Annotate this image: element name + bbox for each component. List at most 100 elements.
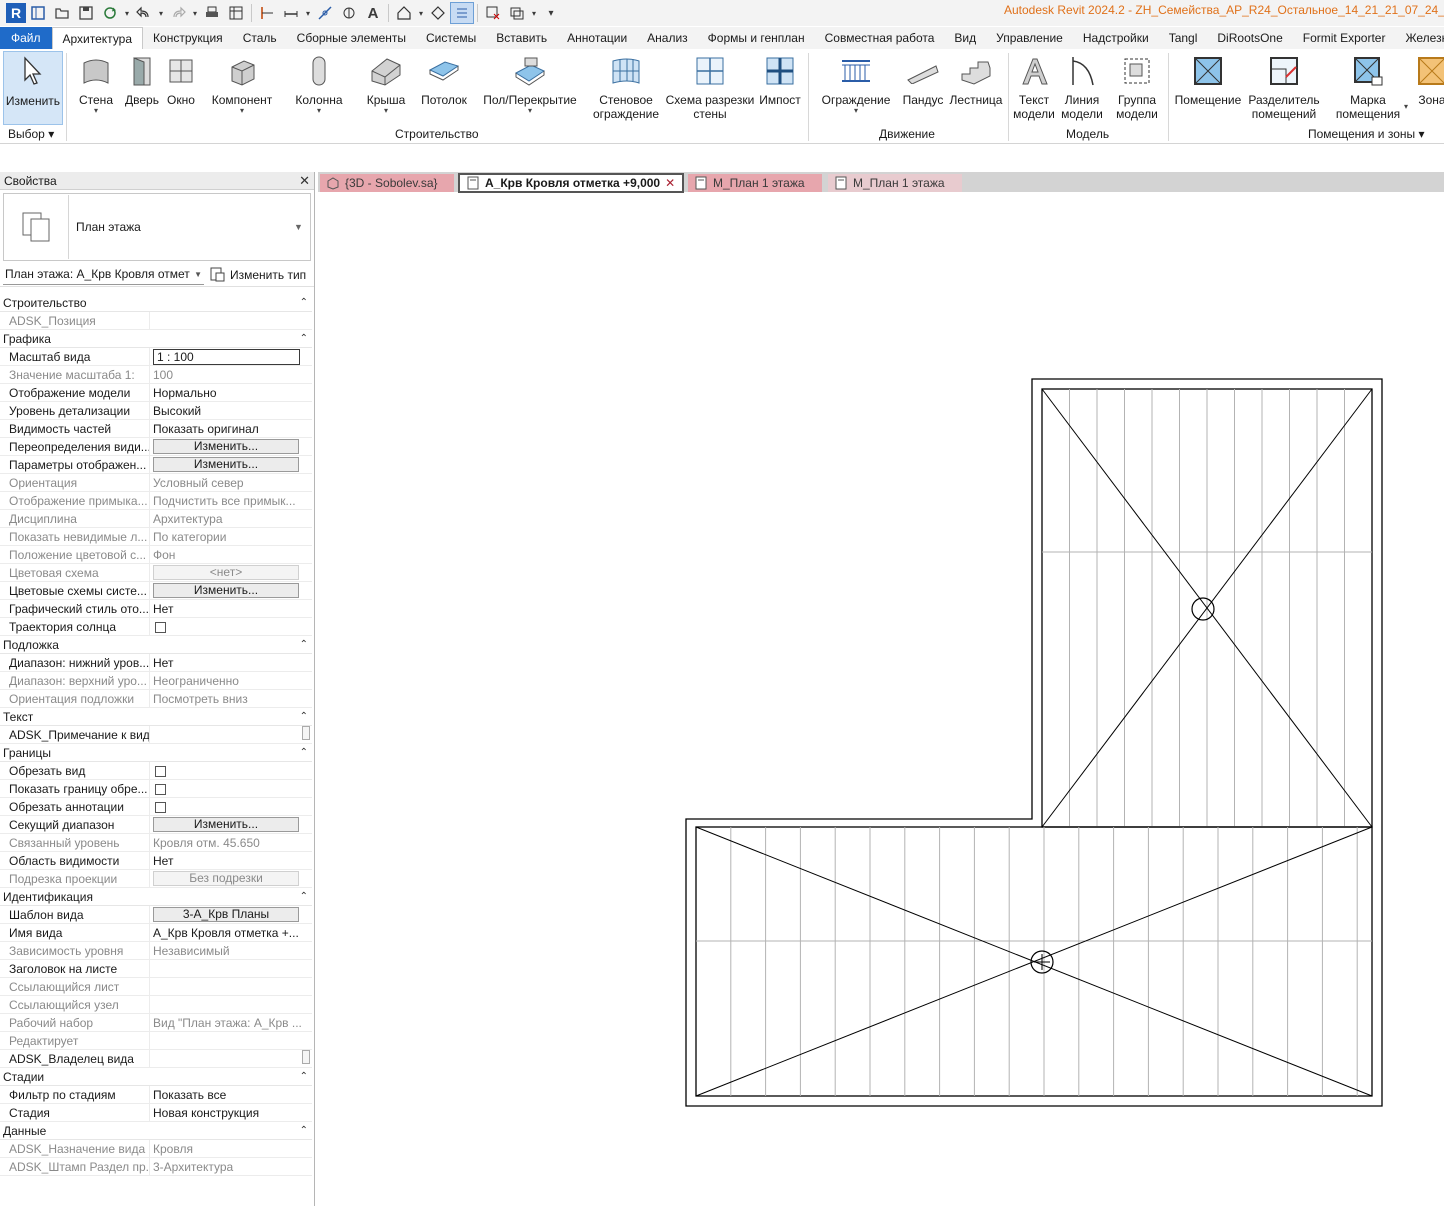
- property-edit-button[interactable]: Изменить...: [153, 816, 299, 832]
- property-group-header[interactable]: Текст ⌃: [0, 708, 312, 726]
- panel-select-label[interactable]: Выбор ▾: [8, 127, 54, 141]
- view-tab-floor-plan-2[interactable]: М_План 1 этажа: [828, 174, 962, 192]
- room-separator-button[interactable]: Разделитель помещений: [1246, 51, 1322, 125]
- tab-dirootsone[interactable]: DiRootsOne: [1207, 27, 1292, 49]
- drawing-area[interactable]: [318, 194, 1444, 1206]
- property-edit-stub[interactable]: [302, 725, 310, 740]
- view-tab-floor-plan-1[interactable]: М_План 1 этажа: [688, 174, 822, 192]
- tab-manage[interactable]: Управление: [986, 27, 1073, 49]
- wall-button[interactable]: Стена ▾: [74, 51, 118, 125]
- dropdown-arrow-icon[interactable]: ▾: [416, 2, 426, 24]
- tab-view[interactable]: Вид: [944, 27, 986, 49]
- property-group-header[interactable]: Подложка ⌃: [0, 636, 312, 654]
- property-edit-stub[interactable]: [302, 1049, 310, 1064]
- component-dropdown-icon[interactable]: ▾: [240, 107, 244, 115]
- property-edit-button[interactable]: 3-А_Крв Планы: [153, 906, 299, 922]
- curtain-grid-button[interactable]: Схема разрезки стены: [664, 51, 756, 125]
- tab-tangl[interactable]: Tangl: [1159, 27, 1208, 49]
- property-group-header[interactable]: Границы ⌃: [0, 744, 312, 762]
- undo-icon[interactable]: [132, 2, 156, 24]
- collapse-icon[interactable]: ⌃: [300, 297, 308, 308]
- property-checkbox[interactable]: [155, 783, 166, 795]
- property-value[interactable]: [150, 618, 312, 636]
- section-icon[interactable]: [426, 2, 450, 24]
- property-value[interactable]: Изменить...: [150, 456, 312, 474]
- ceiling-button[interactable]: Потолок: [416, 51, 472, 125]
- property-value[interactable]: А_Крв Кровля отметка +...: [150, 924, 312, 942]
- room-tag-button[interactable]: Марка помещения ▾: [1328, 51, 1408, 125]
- tab-analyze[interactable]: Анализ: [637, 27, 698, 49]
- dropdown-arrow-icon[interactable]: ▾: [122, 2, 132, 24]
- collapse-icon[interactable]: ⌃: [300, 711, 308, 722]
- property-value[interactable]: [150, 798, 312, 816]
- close-hidden-windows-icon[interactable]: [481, 2, 505, 24]
- property-value[interactable]: Нет: [150, 654, 312, 672]
- property-checkbox[interactable]: [155, 801, 166, 813]
- property-value[interactable]: [150, 960, 312, 978]
- thin-lines-icon[interactable]: [450, 2, 474, 24]
- room-button[interactable]: Помещение: [1172, 51, 1244, 125]
- floor-button[interactable]: Пол/Перекрытие ▾: [478, 51, 582, 125]
- tab-formit-exporter[interactable]: Formit Exporter: [1293, 27, 1396, 49]
- railing-dropdown-icon[interactable]: ▾: [854, 107, 858, 115]
- area-button[interactable]: Зона: [1412, 51, 1444, 125]
- model-text-button[interactable]: Текст модели: [1012, 51, 1056, 125]
- save-icon[interactable]: [74, 2, 98, 24]
- property-group-header[interactable]: Стадии ⌃: [0, 1068, 312, 1086]
- property-value[interactable]: Изменить...: [150, 816, 312, 834]
- chevron-down-icon[interactable]: ▼: [294, 222, 310, 232]
- floor-dropdown-icon[interactable]: ▾: [528, 107, 532, 115]
- print-icon[interactable]: [200, 2, 224, 24]
- property-edit-button[interactable]: Изменить...: [153, 582, 299, 598]
- room-tag-dropdown-icon[interactable]: ▾: [1404, 103, 1408, 111]
- curtain-system-button[interactable]: Стеновое ограждение: [590, 51, 662, 125]
- tab-massing-site[interactable]: Формы и генплан: [698, 27, 815, 49]
- property-value[interactable]: Нет: [150, 852, 312, 870]
- default-3d-view-icon[interactable]: [392, 2, 416, 24]
- view-tab-3d[interactable]: {3D - Sobolev.sa}: [320, 174, 454, 192]
- property-edit-button[interactable]: Изменить...: [153, 456, 299, 472]
- sync-icon[interactable]: [98, 2, 122, 24]
- property-value[interactable]: Нормально: [150, 384, 312, 402]
- property-checkbox[interactable]: [155, 621, 166, 633]
- property-group-header[interactable]: Графика ⌃: [0, 330, 312, 348]
- aligned-dimension-icon[interactable]: [279, 2, 303, 24]
- tab-addins[interactable]: Надстройки: [1073, 27, 1159, 49]
- mullion-button[interactable]: Импост: [756, 51, 804, 125]
- property-value[interactable]: Высокий: [150, 402, 312, 420]
- property-value[interactable]: [150, 780, 312, 798]
- collapse-icon[interactable]: ⌃: [300, 639, 308, 650]
- collapse-icon[interactable]: ⌃: [300, 747, 308, 758]
- tag-icon[interactable]: [337, 2, 361, 24]
- tab-precast[interactable]: Сборные элементы: [287, 27, 416, 49]
- panel-rooms-label[interactable]: Помещения и зоны ▾: [1308, 127, 1425, 141]
- stair-button[interactable]: Лестница: [948, 51, 1004, 125]
- switch-windows-icon[interactable]: [505, 2, 529, 24]
- property-value[interactable]: Показать все: [150, 1086, 312, 1104]
- table-icon[interactable]: [224, 2, 248, 24]
- dropdown-arrow-icon[interactable]: ▾: [303, 2, 313, 24]
- dropdown-arrow-icon[interactable]: ▾: [156, 2, 166, 24]
- property-value[interactable]: Нет: [150, 600, 312, 618]
- model-line-button[interactable]: Линия модели: [1060, 51, 1104, 125]
- collapse-icon[interactable]: ⌃: [300, 333, 308, 344]
- property-group-header[interactable]: Идентификация ⌃: [0, 888, 312, 906]
- tab-file[interactable]: Файл: [0, 27, 52, 49]
- property-value[interactable]: Изменить...: [150, 582, 312, 600]
- close-icon[interactable]: ✕: [299, 173, 310, 189]
- property-value[interactable]: Новая конструкция: [150, 1104, 312, 1122]
- property-checkbox[interactable]: [155, 765, 166, 777]
- collapse-icon[interactable]: ⌃: [300, 891, 308, 902]
- property-value[interactable]: [150, 1049, 312, 1068]
- ramp-button[interactable]: Пандус: [900, 51, 946, 125]
- roof-button[interactable]: Крыша ▾: [360, 51, 412, 125]
- tab-collaborate[interactable]: Совместная работа: [815, 27, 945, 49]
- property-value[interactable]: 1 : 100: [150, 348, 312, 366]
- measure-icon[interactable]: [255, 2, 279, 24]
- roof-plan-drawing[interactable]: [318, 194, 1444, 1206]
- view-scale-input[interactable]: 1 : 100: [153, 348, 300, 365]
- roof-outer-outline[interactable]: [685, 378, 1383, 1107]
- open-icon[interactable]: [50, 2, 74, 24]
- property-group-header[interactable]: Данные ⌃: [0, 1122, 312, 1140]
- property-value[interactable]: 3-А_Крв Планы: [150, 906, 312, 924]
